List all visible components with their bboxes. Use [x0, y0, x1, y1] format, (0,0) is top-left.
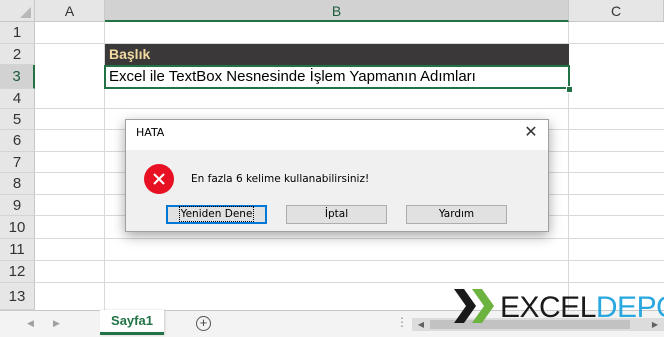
cell-b2-header[interactable]: Başlık [105, 44, 569, 65]
sheet-tab-sayfa1[interactable]: Sayfa1 [100, 310, 164, 335]
exceldepo-watermark: EXCELDEPO [454, 287, 664, 327]
row-header-1[interactable]: 1 [0, 22, 35, 44]
row-header-9[interactable]: 9 [0, 195, 35, 216]
select-all-corner[interactable] [0, 0, 35, 22]
column-header-b[interactable]: B [105, 0, 569, 22]
row-header-6[interactable]: 6 [0, 130, 35, 152]
exceldepo-logo-icon [454, 289, 494, 323]
error-icon [144, 164, 174, 194]
help-button[interactable]: Yardım [406, 205, 507, 224]
row-header-8[interactable]: 8 [0, 173, 35, 195]
gridline [35, 238, 664, 239]
gridline [35, 108, 664, 109]
fill-handle[interactable] [566, 86, 573, 93]
sheet-nav-next-icon[interactable]: ▶ [53, 318, 60, 329]
more-options-icon[interactable]: ⋮ [396, 315, 408, 329]
row-header-4[interactable]: 4 [0, 89, 35, 109]
gridline [35, 282, 664, 283]
dialog-title: HATA [136, 126, 165, 139]
error-dialog: HATA ✕ En fazla 6 kelime kullanabilirsin… [125, 119, 549, 232]
row-header-3[interactable]: 3 [0, 65, 35, 89]
row-header-2[interactable]: 2 [0, 44, 35, 65]
cell-b3-active[interactable]: Excel ile TextBox Nesnesinde İşlem Yapma… [104, 65, 570, 89]
row-header-13[interactable]: 13 [0, 283, 35, 310]
watermark-text: EXCELDEPO [500, 291, 664, 325]
gridline [35, 260, 664, 261]
watermark-text-blue: DEPO [595, 291, 664, 324]
cancel-button[interactable]: İptal [286, 205, 387, 224]
row-header-11[interactable]: 11 [0, 239, 35, 261]
dialog-body: En fazla 6 kelime kullanabilirsiniz! Yen… [126, 150, 548, 231]
add-sheet-icon[interactable]: + [196, 316, 211, 331]
close-icon[interactable]: ✕ [520, 122, 542, 144]
column-header-c[interactable]: C [569, 0, 664, 22]
column-header-a[interactable]: A [35, 0, 105, 22]
watermark-text-dark: EXCEL [500, 291, 596, 324]
row-header-12[interactable]: 12 [0, 261, 35, 283]
retry-button[interactable]: Yeniden Dene [166, 205, 267, 224]
retry-button-label: Yeniden Dene [178, 206, 255, 222]
scroll-left-icon[interactable]: ◀ [414, 318, 428, 331]
sheet-nav-prev-icon[interactable]: ◀ [27, 318, 34, 329]
row-header-5[interactable]: 5 [0, 109, 35, 130]
dialog-message: En fazla 6 kelime kullanabilirsiniz! [191, 173, 370, 185]
row-header-10[interactable]: 10 [0, 216, 35, 239]
row-header-7[interactable]: 7 [0, 152, 35, 173]
